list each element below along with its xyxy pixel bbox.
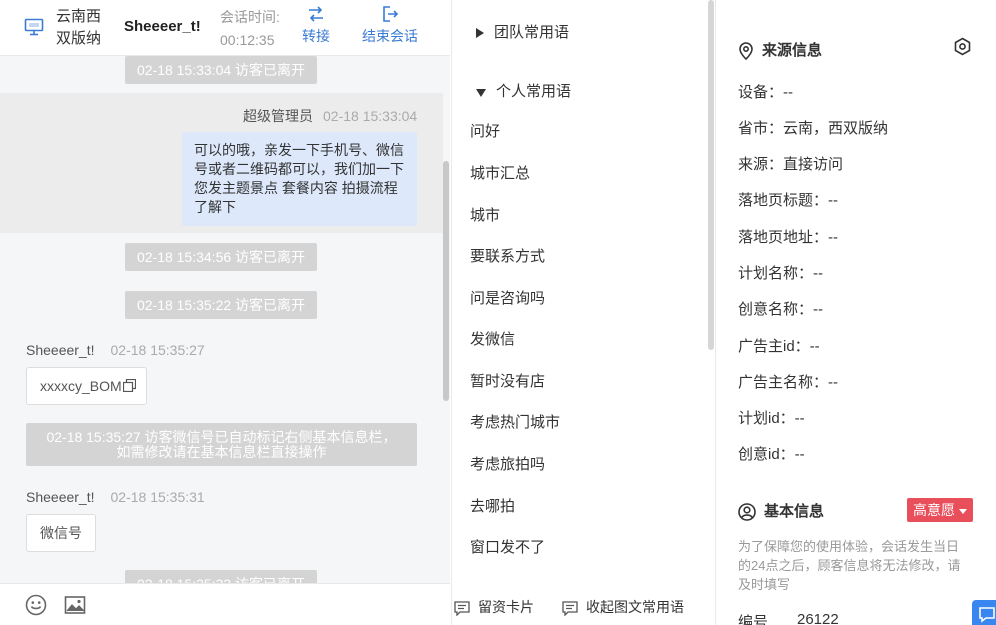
quick-phrases-panel: 团队常用语 个人常用语 问好 城市汇总 城市 要联系方式 问是咨询吗 发微信 暂… <box>451 0 715 625</box>
basic-info-title: 基本信息 <box>738 500 824 521</box>
transfer-button[interactable]: 转接 <box>302 5 330 46</box>
copy-icon[interactable] <box>122 369 136 405</box>
info-row-plan-id: 计划id：-- <box>738 410 805 427</box>
visitor-message-bubble: 微信号 <box>26 514 96 552</box>
lead-card-button[interactable]: 留资卡片 <box>454 597 534 617</box>
transfer-icon <box>302 5 330 23</box>
system-message: 02-18 15:35:33 访客已离开 <box>125 570 317 583</box>
system-message-line: 如需修改请在基本信息栏直接操作 <box>116 444 327 460</box>
info-row-landing-url: 落地页地址：-- <box>738 229 838 246</box>
chat-messages[interactable]: 02-18 15:33:04 访客已离开 超级管理员 02-18 15:33:04… <box>0 56 450 583</box>
visitor-name: Sheeeer_t! <box>26 342 95 358</box>
visitor-message-time: 02-18 15:35:31 <box>110 489 205 505</box>
intent-dropdown[interactable]: 高意愿 <box>907 498 973 522</box>
intent-value: 高意愿 <box>913 502 955 518</box>
session-time: 00:12:35 <box>220 32 275 48</box>
info-row-creative-name: 创意名称：-- <box>738 301 823 318</box>
info-row-landing-title: 落地页标题：-- <box>738 192 838 209</box>
phrase-item[interactable]: 考虑旅拍吗 <box>470 453 545 474</box>
info-row-creative-id: 创意id：-- <box>738 446 805 463</box>
end-chat-button[interactable]: 结束会话 <box>362 5 418 46</box>
edit-deadline-note: 为了保障您的使用体验，会话发生当日的24点之后，顾客信息将无法修改，请及时填写 <box>738 539 961 592</box>
message-icon <box>454 599 478 617</box>
phrase-item[interactable]: 发微信 <box>470 328 515 349</box>
visitor-message-meta: Sheeeer_t! 02-18 15:35:31 <box>26 489 205 505</box>
info-row-advertiser-name: 广告主名称：-- <box>738 374 838 391</box>
info-row-source: 来源：直接访问 <box>738 156 844 173</box>
logout-icon <box>362 5 418 23</box>
chat-scrollbar[interactable] <box>443 161 449 401</box>
phrase-group-team-label: 团队常用语 <box>494 24 570 41</box>
phrase-item[interactable]: 问好 <box>470 120 500 141</box>
input-toolbar <box>0 583 450 625</box>
chat-header: 云南西双版纳 Sheeeer_t! 会话时间: 00:12:35 转接 结束会话 <box>0 0 450 56</box>
phrase-group-team[interactable]: 团队常用语 <box>476 21 569 42</box>
visitor-location: 云南西双版纳 <box>56 8 102 47</box>
caret-down-icon <box>476 84 486 101</box>
system-message-line: 02-18 15:35:27 访客微信号已自动标记右侧基本信息栏， <box>46 429 397 445</box>
info-row-plan-name: 计划名称：-- <box>738 265 823 282</box>
phrase-group-personal-label: 个人常用语 <box>496 83 572 100</box>
monitor-icon <box>24 17 44 37</box>
source-info-title: 来源信息 <box>738 39 823 61</box>
agent-name: 超级管理员 <box>243 108 313 124</box>
basic-info-label: 基本信息 <box>764 503 825 520</box>
caret-down-icon <box>959 508 967 514</box>
user-icon <box>738 503 764 521</box>
visitor-name: Sheeeer_t! <box>124 18 201 35</box>
lead-card-label: 留资卡片 <box>478 599 534 615</box>
visitor-name: Sheeeer_t! <box>26 489 95 505</box>
transfer-label: 转接 <box>302 28 330 44</box>
system-message: 02-18 15:34:56 访客已离开 <box>125 243 317 271</box>
system-message: 02-18 15:35:27 访客微信号已自动标记右侧基本信息栏， 如需修改请在… <box>26 423 417 466</box>
phrase-item[interactable]: 考虑热门城市 <box>470 411 560 432</box>
location-pin-icon <box>738 42 762 61</box>
info-row-id-label: 编号 <box>738 614 769 625</box>
source-info-label: 来源信息 <box>762 42 823 59</box>
info-row-id-value: 26122 <box>797 611 839 625</box>
info-row-province-city: 省市：云南，西双版纳 <box>738 120 889 137</box>
emoji-icon[interactable] <box>25 594 47 619</box>
visitor-message-time: 02-18 15:35:27 <box>110 342 205 358</box>
system-message: 02-18 15:33:04 访客已离开 <box>125 56 317 84</box>
session-time-label: 会话时间: <box>220 9 280 25</box>
agent-message-time: 02-18 15:33:04 <box>323 108 418 124</box>
phrase-item[interactable]: 去哪拍 <box>470 495 515 516</box>
phrase-item[interactable]: 暂时没有店 <box>470 370 545 391</box>
phrase-item[interactable]: 问是咨询吗 <box>470 287 545 308</box>
phrase-item[interactable]: 城市 <box>470 204 500 225</box>
phrase-item[interactable]: 要联系方式 <box>470 245 545 266</box>
collapse-phrases-label: 收起图文常用语 <box>586 599 684 615</box>
info-row-device: 设备：-- <box>738 84 793 101</box>
info-row-advertiser-id: 广告主id：-- <box>738 338 820 355</box>
chat-float-button[interactable] <box>972 600 996 625</box>
phrases-scrollbar[interactable] <box>708 0 714 350</box>
phrase-item[interactable]: 窗口发不了 <box>470 536 545 557</box>
phrase-group-personal[interactable]: 个人常用语 <box>476 80 571 101</box>
agent-message-meta: 超级管理员 02-18 15:33:04 <box>243 106 417 126</box>
settings-icon[interactable] <box>953 37 972 59</box>
end-chat-label: 结束会话 <box>362 28 418 44</box>
visitor-info-panel: 来源信息 设备：-- 省市：云南，西双版纳 来源：直接访问 落地页标题：-- 落… <box>715 0 996 625</box>
phrase-item[interactable]: 城市汇总 <box>470 162 530 183</box>
visitor-message-bubble[interactable]: xxxxcy_BOM <box>26 367 147 405</box>
visitor-message-meta: Sheeeer_t! 02-18 15:35:27 <box>26 342 205 358</box>
agent-message-bubble: 可以的哦，亲发一下手机号、微信号或者二维码都可以，我们加一下您发主题景点 套餐内… <box>182 132 417 226</box>
collapse-phrases-button[interactable]: 收起图文常用语 <box>562 597 684 617</box>
message-icon <box>562 599 586 617</box>
image-icon[interactable] <box>64 594 86 619</box>
caret-right-icon <box>476 25 484 42</box>
visitor-message-text: xxxxcy_BOM <box>40 378 122 394</box>
system-message: 02-18 15:35:22 访客已离开 <box>125 291 317 319</box>
chat-bubble-icon <box>972 607 996 625</box>
